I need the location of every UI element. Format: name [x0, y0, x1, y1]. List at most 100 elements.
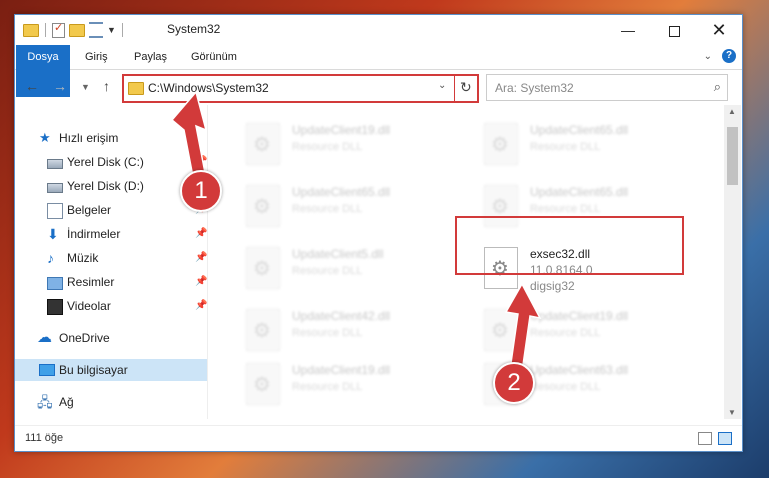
quick-access-toolbar: ▼ — [23, 21, 125, 38]
list-item[interactable]: UpdateClient65.dll Resource DLL — [480, 119, 700, 171]
sidebar-item-disk-d[interactable]: Yerel Disk (D:) 📌 — [15, 175, 207, 197]
file-name: UpdateClient19.dll — [292, 363, 391, 377]
tab-home[interactable]: Giriş — [85, 45, 108, 69]
pin-icon[interactable]: 📌 — [195, 295, 207, 317]
toolbar-divider — [45, 23, 46, 37]
file-name: UpdateClient65.dll — [292, 185, 391, 199]
dll-file-icon — [246, 309, 280, 351]
file-type: Resource DLL — [292, 141, 363, 153]
properties-check-icon[interactable] — [52, 21, 65, 38]
sidebar-item-downloads[interactable]: ⬇ İndirmeler 📌 — [15, 223, 207, 245]
star-icon: ★ — [39, 130, 51, 145]
tab-share[interactable]: Paylaş — [134, 45, 167, 69]
vertical-scrollbar[interactable]: ▲ ▼ — [724, 105, 741, 419]
pin-icon[interactable]: 📌 — [195, 271, 207, 293]
sidebar-item-label: Yerel Disk (C:) — [67, 155, 144, 169]
list-item[interactable]: UpdateClient42.dll Resource DLL — [242, 305, 462, 357]
up-arrow-icon[interactable]: ↑ — [103, 78, 110, 94]
item-count: 111 öğe — [25, 432, 64, 444]
list-item[interactable]: UpdateClient5.dll Resource DLL — [242, 243, 462, 295]
file-name: UpdateClient63.dll — [530, 363, 629, 377]
navigation-bar: ← → ▼ ↑ C:\Windows\System32 ⌄ ↻ Ara: Sys… — [15, 70, 742, 104]
sidebar-item-documents[interactable]: Belgeler 📌 — [15, 199, 207, 221]
dll-file-icon — [246, 363, 280, 405]
drive-icon — [47, 183, 63, 193]
address-dropdown-icon[interactable]: ⌄ — [438, 80, 446, 91]
customize-toolbar-dropdown-icon[interactable]: ▼ — [107, 25, 116, 35]
scroll-thumb[interactable] — [727, 127, 738, 185]
sidebar-item-label: Belgeler — [67, 203, 112, 217]
view-toggle — [698, 432, 732, 445]
sidebar-item-videos[interactable]: Videolar 📌 — [15, 295, 207, 317]
scroll-down-icon[interactable]: ▼ — [728, 408, 736, 417]
sidebar-item-label: Resimler — [67, 275, 115, 289]
list-item[interactable]: UpdateClient65.dll Resource DLL — [242, 181, 462, 233]
address-bar[interactable]: C:\Windows\System32 ⌄ ↻ — [122, 74, 479, 103]
list-item[interactable]: UpdateClient19.dll Resource DLL — [242, 359, 462, 411]
file-name: UpdateClient42.dll — [292, 309, 391, 323]
title-bar: ▼ System32 — ✕ — [15, 15, 742, 45]
file-name: UpdateClient65.dll — [530, 123, 629, 137]
file-type: Resource DLL — [530, 203, 601, 215]
folder-icon — [128, 82, 144, 95]
pin-icon[interactable]: 📌 — [195, 247, 207, 269]
search-input[interactable]: Ara: System32 — [495, 81, 574, 95]
sidebar-item-label: İndirmeler — [67, 227, 121, 241]
ribbon-controls: ⌄ ? — [704, 49, 736, 63]
dll-file-icon — [484, 309, 518, 351]
sidebar-item-label: OneDrive — [59, 331, 110, 345]
collapse-ribbon-icon[interactable]: ⌄ — [704, 51, 712, 62]
maximize-button[interactable] — [651, 15, 697, 45]
sidebar-item-label: Müzik — [67, 251, 99, 265]
forward-arrow-icon[interactable]: → — [53, 78, 67, 94]
tab-view[interactable]: Görünüm — [191, 45, 237, 69]
drive-icon — [47, 159, 63, 169]
sidebar-item-label: Yerel Disk (D:) — [67, 179, 144, 193]
tiles-view-icon[interactable] — [718, 432, 732, 445]
sidebar-item-network[interactable]: 🖧 Ağ — [15, 391, 207, 413]
highlight-box — [455, 216, 684, 275]
sidebar-item-label: Videolar — [67, 299, 111, 313]
search-icon[interactable]: ⌕ — [714, 79, 721, 95]
status-bar: 111 öğe — [15, 425, 742, 450]
refresh-icon[interactable]: ↻ — [460, 79, 472, 96]
window-title: System32 — [167, 22, 221, 36]
dll-file-icon — [246, 185, 280, 227]
sidebar-item-music[interactable]: ♪ Müzik 📌 — [15, 247, 207, 269]
file-name: UpdateClient5.dll — [292, 247, 384, 261]
file-type: Resource DLL — [530, 381, 601, 393]
new-folder-icon[interactable] — [69, 23, 85, 37]
toolbar-divider — [121, 23, 123, 37]
computer-icon — [39, 364, 55, 376]
network-icon: 🖧 — [37, 394, 53, 410]
sidebar-item-pictures[interactable]: Resimler 📌 — [15, 271, 207, 293]
sidebar-item-onedrive[interactable]: ☁ OneDrive — [15, 327, 207, 349]
close-button[interactable]: ✕ — [696, 15, 742, 45]
sidebar-item-quick-access[interactable]: ★ Hızlı erişim — [15, 127, 207, 149]
scroll-up-icon[interactable]: ▲ — [728, 107, 736, 116]
file-name: UpdateClient65.dll — [530, 185, 629, 199]
dll-file-icon — [484, 123, 518, 165]
file-type: Resource DLL — [292, 327, 363, 339]
properties-icon[interactable] — [89, 22, 103, 38]
folder-icon — [23, 23, 39, 37]
details-view-icon[interactable] — [698, 432, 712, 445]
help-icon[interactable]: ? — [722, 49, 736, 63]
document-icon — [47, 203, 63, 219]
sidebar-item-label: Bu bilgisayar — [59, 363, 128, 377]
sidebar-item-disk-c[interactable]: Yerel Disk (C:) 📌 — [15, 151, 207, 173]
list-item[interactable]: UpdateClient19.dll Resource DLL — [480, 305, 700, 357]
sidebar-item-label: Ağ — [59, 395, 74, 409]
download-icon: ⬇ — [47, 226, 59, 242]
sidebar-item-this-pc[interactable]: Bu bilgisayar — [15, 359, 207, 381]
minimize-button[interactable]: — — [605, 15, 651, 45]
music-icon: ♪ — [47, 250, 54, 266]
pin-icon[interactable]: 📌 — [195, 223, 207, 245]
file-type: Resource DLL — [292, 203, 363, 215]
list-item[interactable]: UpdateClient19.dll Resource DLL — [242, 119, 462, 171]
recent-locations-chevron-icon[interactable]: ▼ — [81, 82, 90, 92]
file-type: Resource DLL — [292, 381, 363, 393]
search-box[interactable]: Ara: System32 ⌕ — [486, 74, 728, 101]
address-path[interactable]: C:\Windows\System32 — [148, 81, 269, 95]
back-arrow-icon[interactable]: ← — [25, 78, 39, 94]
